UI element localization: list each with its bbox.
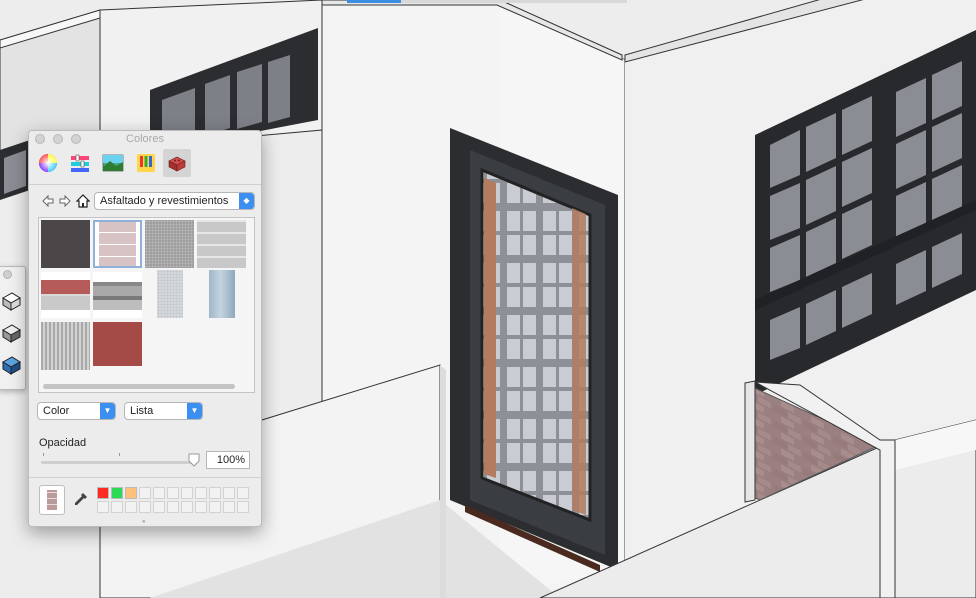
crayons-icon	[137, 154, 155, 172]
eyedropper-icon[interactable]	[73, 491, 89, 507]
resize-handle[interactable]: ●	[142, 519, 146, 525]
material-swatch[interactable]	[93, 322, 142, 366]
color-mode-select-value: Color	[43, 405, 70, 417]
color-sliders-mode-button[interactable]	[66, 149, 94, 177]
color-well[interactable]	[223, 501, 235, 513]
material-swatch[interactable]	[93, 272, 142, 318]
view-mode-select-value: Lista	[130, 405, 154, 417]
material-swatch-selected[interactable]	[93, 220, 142, 268]
opacity-input[interactable]: 100%	[206, 451, 250, 469]
home-icon	[76, 194, 90, 208]
divider	[29, 184, 261, 185]
color-well[interactable]	[181, 487, 193, 499]
color-well[interactable]	[139, 487, 151, 499]
color-well[interactable]	[167, 501, 179, 513]
panel-title: Colores	[126, 133, 164, 145]
material-swatch[interactable]	[197, 220, 246, 268]
chevron-down-icon: ▼	[100, 403, 115, 419]
color-well[interactable]	[223, 487, 235, 499]
material-swatch[interactable]	[157, 270, 183, 318]
color-wheel-icon	[39, 154, 57, 172]
divider	[29, 477, 261, 478]
material-swatch[interactable]	[41, 220, 90, 268]
color-well[interactable]	[209, 487, 221, 499]
display-options: Color ▼ Lista ▼	[29, 401, 261, 421]
color-well[interactable]	[237, 501, 249, 513]
chevron-updown-icon: ◆	[239, 193, 254, 209]
horizontal-scrollbar[interactable]	[43, 384, 235, 389]
material-swatch[interactable]	[41, 272, 90, 318]
material-preview	[47, 490, 57, 510]
collection-select[interactable]: Asfaltado y revestimientos ◆	[94, 192, 255, 210]
color-well[interactable]	[111, 487, 123, 499]
forward-arrow-icon	[59, 194, 71, 208]
view-mode-select[interactable]: Lista ▼	[124, 402, 203, 420]
style-icon-1	[2, 292, 21, 311]
color-well[interactable]	[125, 501, 137, 513]
toolbar-close-dot[interactable]	[3, 270, 12, 279]
color-sliders-icon	[71, 154, 89, 172]
toolbar-tab-active[interactable]	[347, 0, 401, 3]
color-well[interactable]	[153, 501, 165, 513]
color-well[interactable]	[125, 487, 137, 499]
opacity-slider[interactable]	[41, 461, 197, 464]
crayons-mode-button[interactable]	[132, 149, 160, 177]
color-well[interactable]	[97, 501, 109, 513]
color-well[interactable]	[195, 501, 207, 513]
material-swatch[interactable]	[209, 270, 235, 318]
color-well[interactable]	[139, 501, 151, 513]
forward-button[interactable]	[58, 194, 72, 208]
color-well[interactable]	[237, 487, 249, 499]
color-well[interactable]	[153, 487, 165, 499]
style-icon-3	[2, 356, 21, 375]
materials-grid	[38, 217, 255, 393]
image-palette-icon	[102, 154, 124, 172]
material-navigation: Asfaltado y revestimientos ◆	[29, 191, 261, 213]
color-mode-select[interactable]: Color ▼	[37, 402, 116, 420]
opacity-label: Opacidad	[39, 437, 87, 449]
image-palette-mode-button[interactable]	[99, 149, 127, 177]
color-well[interactable]	[97, 487, 109, 499]
toolbar-tab[interactable]	[401, 0, 627, 3]
slider-tick	[43, 453, 44, 456]
back-button[interactable]	[41, 194, 55, 208]
back-arrow-icon	[42, 194, 54, 208]
color-well[interactable]	[181, 501, 193, 513]
material-swatch[interactable]	[41, 322, 90, 370]
panel-titlebar[interactable]: Colores	[29, 131, 261, 147]
collection-select-value: Asfaltado y revestimientos	[100, 195, 229, 207]
current-material-swatch[interactable]	[39, 485, 65, 515]
home-button[interactable]	[76, 194, 90, 208]
toolbar-style-button-3[interactable]	[0, 351, 23, 379]
color-well[interactable]	[111, 501, 123, 513]
colors-panel: Colores Asfaltado y revestimientos ◆ Col…	[28, 130, 262, 527]
styles-toolbar	[0, 266, 26, 390]
color-well[interactable]	[167, 487, 179, 499]
color-wheel-mode-button[interactable]	[34, 149, 62, 177]
color-mode-toolbar	[29, 147, 261, 185]
toolbar-style-button-1[interactable]	[0, 287, 23, 315]
texture-palette-mode-button[interactable]	[163, 149, 191, 177]
color-well[interactable]	[195, 487, 207, 499]
material-swatch[interactable]	[145, 220, 194, 268]
brick-texture-icon	[168, 156, 186, 172]
toolbar-style-button-2[interactable]	[0, 319, 23, 347]
color-well[interactable]	[209, 501, 221, 513]
style-icon-2	[2, 324, 21, 343]
chevron-down-icon: ▼	[187, 403, 202, 419]
slider-tick	[119, 453, 120, 456]
opacity-slider-thumb[interactable]	[188, 453, 200, 467]
